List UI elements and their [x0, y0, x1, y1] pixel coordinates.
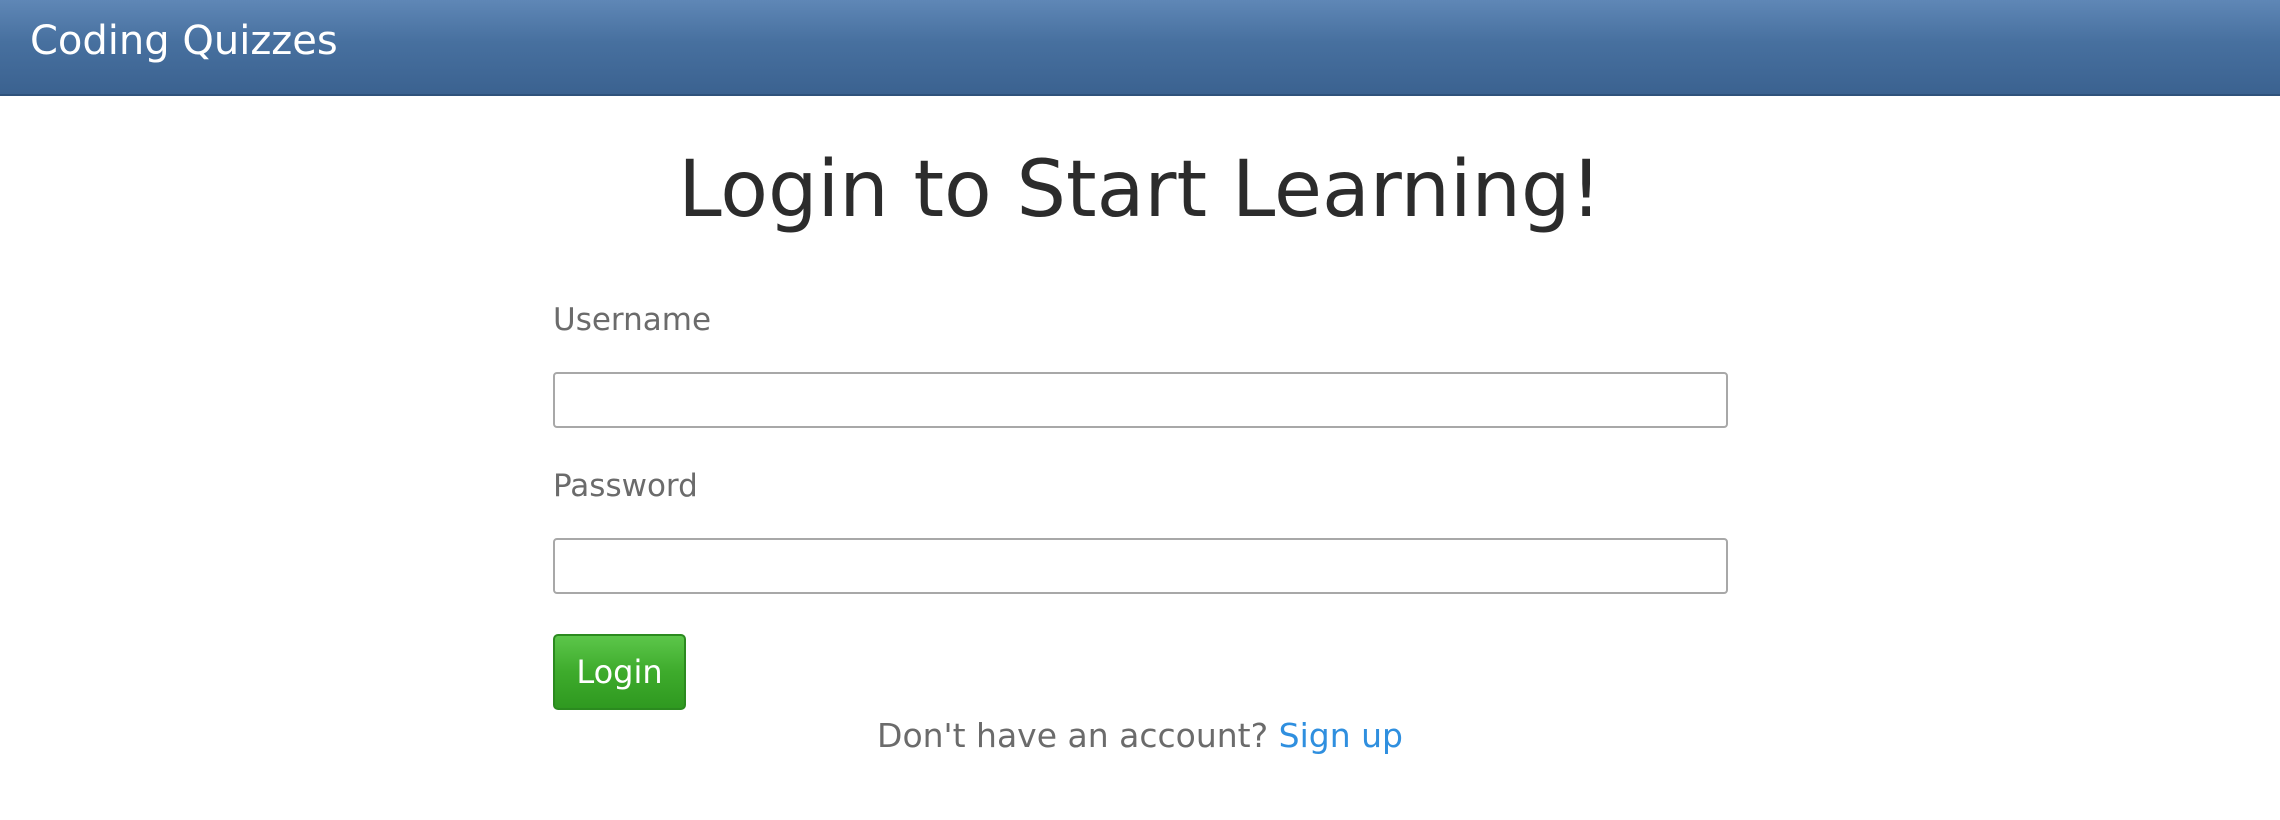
signup-link[interactable]: Sign up: [1279, 716, 1403, 755]
username-label: Username: [553, 302, 712, 338]
signup-prompt-text: Don't have an account?: [877, 716, 1269, 755]
top-navbar: Coding Quizzes: [0, 0, 2280, 96]
login-button[interactable]: Login: [553, 634, 686, 710]
password-label: Password: [553, 468, 698, 504]
page-title: Login to Start Learning!: [678, 145, 1602, 235]
login-form: Username Password: [553, 300, 1728, 594]
password-input[interactable]: [553, 538, 1728, 594]
username-input[interactable]: [553, 372, 1728, 428]
brand-link[interactable]: Coding Quizzes: [30, 0, 338, 82]
signup-prompt-line: Don't have an account? Sign up: [0, 712, 2280, 760]
